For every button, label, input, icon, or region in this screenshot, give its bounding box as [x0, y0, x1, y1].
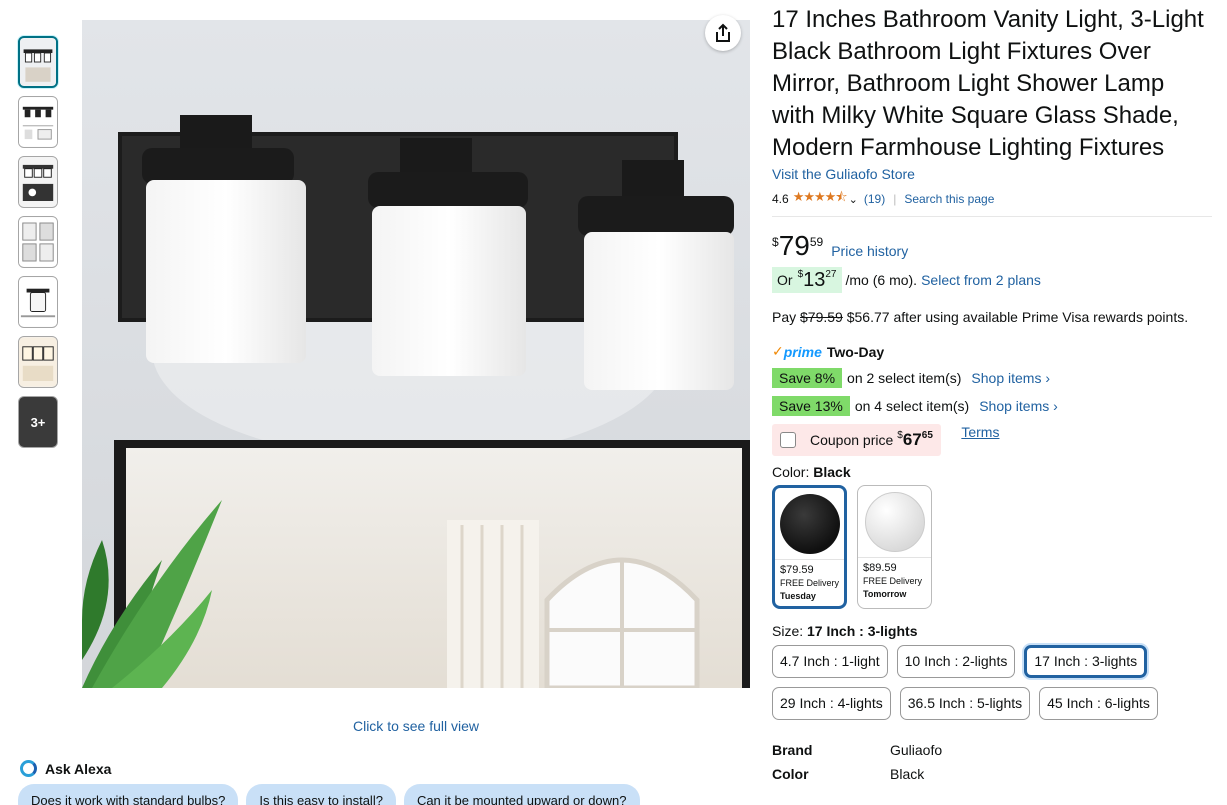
promo-badge: Save 8% — [772, 368, 843, 388]
promo-text: on 2 select item(s) — [847, 370, 962, 386]
store-link[interactable]: Visit the Guliaofo Store — [772, 166, 1212, 182]
prime-delivery-label: Two-Day — [826, 343, 885, 360]
prime-logo: prime — [783, 343, 822, 360]
main-product-image[interactable] — [82, 20, 750, 688]
coupon-terms-link[interactable]: Terms — [961, 424, 999, 440]
swatch-price: $89.59 — [863, 562, 897, 574]
price-currency: $ — [772, 235, 779, 249]
price-fraction: 59 — [809, 235, 824, 249]
size-option[interactable]: 4.7 Inch : 1-light — [772, 645, 888, 678]
color-swatch-white[interactable]: $89.59 FREE Delivery Tomorrow — [857, 485, 932, 609]
thumbnail-2[interactable] — [18, 96, 58, 148]
rating-value: 4.6 — [772, 192, 789, 206]
search-page-link[interactable]: Search this page — [904, 192, 994, 206]
divider: | — [893, 192, 897, 206]
price-block: $ 79 59 Price history — [772, 231, 1212, 261]
spec-row: Color Black — [772, 766, 1212, 782]
thumbnail-5[interactable] — [18, 276, 58, 328]
thumbnail-3[interactable] — [18, 156, 58, 208]
thumbnail-6[interactable] — [18, 336, 58, 388]
chevron-down-icon[interactable]: ⌄ — [849, 193, 858, 206]
size-label-row: Size: 17 Inch : 3-lights — [772, 623, 1212, 639]
swatch-delivery-day: Tuesday — [780, 591, 816, 601]
swatch-info: $89.59 FREE Delivery Tomorrow — [858, 558, 931, 605]
price-whole: 79 — [778, 230, 810, 261]
promo-badge: Save 13% — [772, 396, 850, 416]
monthly-prefix: Or — [777, 272, 793, 288]
rating-row: 4.6 ★★★★⯪ ⌄ (19) | Search this page — [772, 188, 1212, 217]
coupon-label: Coupon price — [810, 432, 894, 448]
swatch-delivery: FREE Delivery — [780, 578, 840, 588]
pay-original-price: $79.59 — [800, 309, 843, 325]
size-option[interactable]: 29 Inch : 4-lights — [772, 687, 891, 720]
alexa-question-chips: Does it work with standard bulbs? Is thi… — [18, 784, 640, 805]
pay-rewards-text: $56.77 after using available Prime Visa … — [846, 309, 1189, 325]
size-option[interactable]: 36.5 Inch : 5-lights — [899, 687, 1031, 720]
monthly-payment-row: Or $ 13 27 /mo (6 mo). Select from 2 pla… — [772, 267, 1212, 293]
black-finish-icon — [779, 493, 840, 554]
size-option[interactable]: 45 Inch : 6-lights — [1039, 687, 1158, 720]
color-swatches: $79.59 FREE Delivery Tuesday $89.59 FREE… — [772, 485, 1212, 609]
full-view-link[interactable]: Click to see full view — [82, 718, 750, 734]
star-rating-icon[interactable]: ★★★★⯪ — [793, 188, 848, 210]
prime-check-icon: ✓ — [772, 343, 784, 359]
white-finish-icon — [864, 491, 925, 552]
coupon-box: Coupon price $ 67 65 — [772, 424, 941, 456]
color-selected-value: Black — [813, 464, 851, 480]
swatch-delivery-day: Tomorrow — [863, 589, 907, 599]
spec-key: Brand — [772, 742, 813, 758]
swatch-image — [775, 488, 844, 560]
swatch-price: $79.59 — [780, 564, 814, 576]
product-specs: Brand Guliaofo Color Black — [772, 742, 1212, 782]
monthly-fraction: 27 — [825, 269, 837, 280]
color-label: Color: — [772, 464, 810, 480]
pay-prefix: Pay — [772, 309, 797, 325]
shop-items-link[interactable]: Shop items › — [979, 398, 1058, 414]
size-option-selected[interactable]: 17 Inch : 3-lights — [1024, 645, 1148, 678]
promo-row: Save 8% on 2 select item(s) Shop items › — [772, 368, 1212, 388]
product-details: 17 Inches Bathroom Vanity Light, 3-Light… — [772, 4, 1212, 790]
monthly-whole: 13 — [803, 269, 826, 291]
ask-alexa-label: Ask Alexa — [45, 760, 112, 777]
thumbnail-more-label: 3+ — [30, 414, 46, 430]
thumbnail-4[interactable] — [18, 216, 58, 268]
share-icon — [716, 23, 730, 42]
coupon-whole: 67 — [902, 430, 922, 449]
prime-visa-text: Pay $79.59 $56.77 after using available … — [772, 309, 1212, 325]
swatch-info: $79.59 FREE Delivery Tuesday — [775, 560, 844, 606]
spec-key: Color — [772, 766, 809, 782]
share-button[interactable] — [705, 15, 741, 51]
promo-row: Save 13% on 4 select item(s) Shop items … — [772, 396, 1212, 416]
product-title: 17 Inches Bathroom Vanity Light, 3-Light… — [772, 6, 1204, 161]
ask-alexa-header: Ask Alexa — [20, 760, 111, 777]
thumbnail-strip: 3+ — [18, 36, 58, 456]
review-count-link[interactable]: (19) — [864, 192, 885, 206]
thumbnail-1[interactable] — [18, 36, 58, 88]
spec-value: Black — [890, 766, 925, 782]
color-label-row: Color: Black — [772, 464, 1212, 480]
price-history-link[interactable]: Price history — [831, 243, 908, 259]
shop-items-link[interactable]: Shop items › — [971, 370, 1050, 386]
size-label: Size: — [772, 623, 804, 639]
spec-value: Guliaofo — [890, 742, 943, 758]
size-selected-value: 17 Inch : 3-lights — [807, 623, 918, 639]
alexa-chip[interactable]: Is this easy to install? — [246, 784, 396, 805]
select-plans-link[interactable]: Select from 2 plans — [921, 272, 1041, 288]
swatch-image — [858, 486, 931, 558]
swatch-delivery: FREE Delivery — [863, 576, 923, 586]
size-options: 4.7 Inch : 1-light 10 Inch : 2-lights 17… — [772, 645, 1192, 720]
prime-badge: ✓ prime Two-Day — [772, 343, 1212, 360]
promo-text: on 4 select item(s) — [854, 398, 970, 414]
monthly-price-badge: Or $ 13 27 — [772, 267, 842, 293]
thumbnail-more-button[interactable]: 3+ — [18, 396, 58, 448]
spec-row: Brand Guliaofo — [772, 742, 1212, 758]
coupon-checkbox[interactable] — [780, 432, 796, 448]
monthly-suffix: /mo (6 mo). — [845, 272, 918, 288]
coupon-fraction: 65 — [921, 430, 933, 441]
alexa-chip[interactable]: Can it be mounted upward or down? — [403, 784, 640, 805]
color-swatch-black[interactable]: $79.59 FREE Delivery Tuesday — [772, 485, 847, 609]
size-option[interactable]: 10 Inch : 2-lights — [896, 645, 1016, 678]
alexa-icon — [20, 760, 37, 777]
alexa-chip[interactable]: Does it work with standard bulbs? — [18, 784, 239, 805]
